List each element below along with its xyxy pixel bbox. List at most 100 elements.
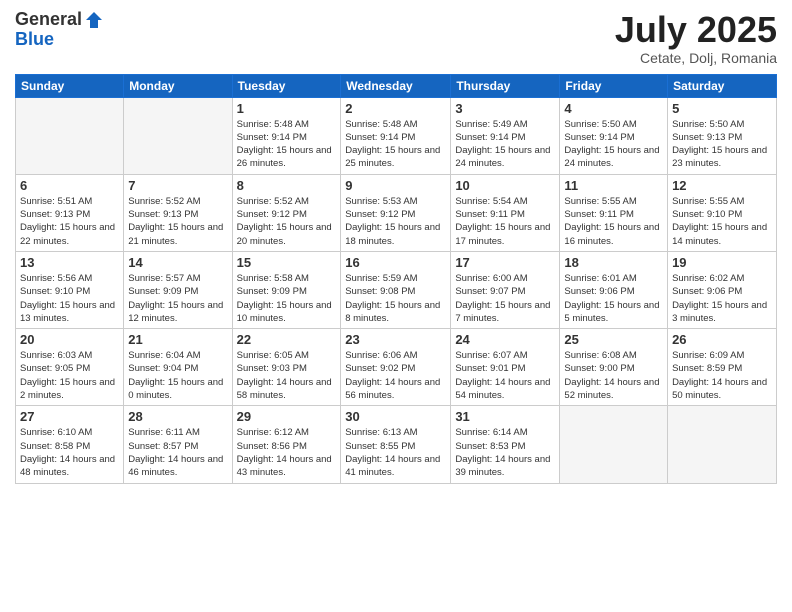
header-saturday: Saturday xyxy=(668,74,777,97)
calendar-week-row: 1 Sunrise: 5:48 AM Sunset: 9:14 PM Daylig… xyxy=(16,97,777,174)
day-number: 21 xyxy=(128,332,227,347)
day-number: 6 xyxy=(20,178,119,193)
day-info: Sunrise: 5:48 AM Sunset: 9:14 PM Dayligh… xyxy=(345,118,446,171)
table-row: 27Sunrise: 6:10 AM Sunset: 8:58 PM Dayli… xyxy=(16,406,124,483)
table-row: 26 Sunrise: 6:09 AM Sunset: 8:59 PM Dayli… xyxy=(668,329,777,406)
day-number: 8 xyxy=(237,178,337,193)
day-number: 3 xyxy=(455,101,555,116)
day-number: 11 xyxy=(564,178,663,193)
day-info: Sunrise: 6:14 AM Sunset: 8:53 PM Dayligh… xyxy=(455,426,555,479)
table-row: 25Sunrise: 6:08 AM Sunset: 9:00 PM Dayli… xyxy=(560,329,668,406)
table-row: 28 Sunrise: 6:11 AM Sunset: 8:57 PM Dayli… xyxy=(124,406,232,483)
day-number: 24 xyxy=(455,332,555,347)
header-sunday: Sunday xyxy=(16,74,124,97)
table-row: 2 Sunrise: 5:48 AM Sunset: 9:14 PM Daylig… xyxy=(341,97,451,174)
logo-icon xyxy=(84,10,104,30)
table-row: 10 Sunrise: 5:54 AM Sunset: 9:11 PM Dayli… xyxy=(451,174,560,251)
day-info: Sunrise: 5:52 AM Sunset: 9:13 PM Dayligh… xyxy=(128,195,227,248)
day-number: 16 xyxy=(345,255,446,270)
day-info: Sunrise: 5:54 AM Sunset: 9:11 PM Dayligh… xyxy=(455,195,555,248)
day-info: Sunrise: 5:57 AM Sunset: 9:09 PM Dayligh… xyxy=(128,272,227,325)
day-number: 28 xyxy=(128,409,227,424)
day-number: 26 xyxy=(672,332,772,347)
calendar-table: Sunday Monday Tuesday Wednesday Thursday… xyxy=(15,74,777,484)
day-info: Sunrise: 5:48 AM Sunset: 9:14 PM Dayligh… xyxy=(237,118,337,171)
day-number: 19 xyxy=(672,255,772,270)
day-number: 7 xyxy=(128,178,227,193)
day-info: Sunrise: 6:06 AM Sunset: 9:02 PM Dayligh… xyxy=(345,349,446,402)
table-row: 21 Sunrise: 6:04 AM Sunset: 9:04 PM Dayli… xyxy=(124,329,232,406)
calendar-week-row: 20 Sunrise: 6:03 AM Sunset: 9:05 PM Dayli… xyxy=(16,329,777,406)
header-wednesday: Wednesday xyxy=(341,74,451,97)
header-monday: Monday xyxy=(124,74,232,97)
header-friday: Friday xyxy=(560,74,668,97)
location-subtitle: Cetate, Dolj, Romania xyxy=(615,50,777,66)
table-row xyxy=(124,97,232,174)
day-info: Sunrise: 5:55 AM Sunset: 9:11 PM Dayligh… xyxy=(564,195,663,248)
day-number: 10 xyxy=(455,178,555,193)
day-info: Sunrise: 6:10 AM Sunset: 8:58 PM Dayligh… xyxy=(20,426,119,479)
day-number: 4 xyxy=(564,101,663,116)
logo-blue-text: Blue xyxy=(15,30,104,50)
table-row: 5Sunrise: 5:50 AM Sunset: 9:13 PM Daylig… xyxy=(668,97,777,174)
table-row: 8Sunrise: 5:52 AM Sunset: 9:12 PM Daylig… xyxy=(232,174,341,251)
table-row: 9Sunrise: 5:53 AM Sunset: 9:12 PM Daylig… xyxy=(341,174,451,251)
table-row: 6 Sunrise: 5:51 AM Sunset: 9:13 PM Daylig… xyxy=(16,174,124,251)
table-row: 24 Sunrise: 6:07 AM Sunset: 9:01 PM Dayli… xyxy=(451,329,560,406)
table-row: 20 Sunrise: 6:03 AM Sunset: 9:05 PM Dayli… xyxy=(16,329,124,406)
day-info: Sunrise: 6:08 AM Sunset: 9:00 PM Dayligh… xyxy=(564,349,663,402)
table-row: 18 Sunrise: 6:01 AM Sunset: 9:06 PM Dayli… xyxy=(560,251,668,328)
day-number: 1 xyxy=(237,101,337,116)
table-row xyxy=(16,97,124,174)
day-number: 17 xyxy=(455,255,555,270)
table-row: 12 Sunrise: 5:55 AM Sunset: 9:10 PM Dayli… xyxy=(668,174,777,251)
calendar-week-row: 13Sunrise: 5:56 AM Sunset: 9:10 PM Dayli… xyxy=(16,251,777,328)
day-info: Sunrise: 5:55 AM Sunset: 9:10 PM Dayligh… xyxy=(672,195,772,248)
day-info: Sunrise: 5:58 AM Sunset: 9:09 PM Dayligh… xyxy=(237,272,337,325)
day-number: 5 xyxy=(672,101,772,116)
day-info: Sunrise: 6:11 AM Sunset: 8:57 PM Dayligh… xyxy=(128,426,227,479)
table-row: 30 Sunrise: 6:13 AM Sunset: 8:55 PM Dayli… xyxy=(341,406,451,483)
table-row: 15 Sunrise: 5:58 AM Sunset: 9:09 PM Dayli… xyxy=(232,251,341,328)
table-row: 4 Sunrise: 5:50 AM Sunset: 9:14 PM Daylig… xyxy=(560,97,668,174)
day-info: Sunrise: 5:56 AM Sunset: 9:10 PM Dayligh… xyxy=(20,272,119,325)
calendar-header-row: Sunday Monday Tuesday Wednesday Thursday… xyxy=(16,74,777,97)
table-row: 3Sunrise: 5:49 AM Sunset: 9:14 PM Daylig… xyxy=(451,97,560,174)
header: General Blue July 2025 Cetate, Dolj, Rom… xyxy=(15,10,777,66)
day-info: Sunrise: 6:03 AM Sunset: 9:05 PM Dayligh… xyxy=(20,349,119,402)
table-row: 1 Sunrise: 5:48 AM Sunset: 9:14 PM Daylig… xyxy=(232,97,341,174)
day-info: Sunrise: 5:51 AM Sunset: 9:13 PM Dayligh… xyxy=(20,195,119,248)
day-number: 23 xyxy=(345,332,446,347)
day-info: Sunrise: 6:00 AM Sunset: 9:07 PM Dayligh… xyxy=(455,272,555,325)
day-number: 2 xyxy=(345,101,446,116)
day-info: Sunrise: 6:07 AM Sunset: 9:01 PM Dayligh… xyxy=(455,349,555,402)
day-number: 15 xyxy=(237,255,337,270)
day-info: Sunrise: 6:04 AM Sunset: 9:04 PM Dayligh… xyxy=(128,349,227,402)
day-number: 14 xyxy=(128,255,227,270)
table-row: 17 Sunrise: 6:00 AM Sunset: 9:07 PM Dayli… xyxy=(451,251,560,328)
day-number: 30 xyxy=(345,409,446,424)
table-row: 13Sunrise: 5:56 AM Sunset: 9:10 PM Dayli… xyxy=(16,251,124,328)
day-info: Sunrise: 6:01 AM Sunset: 9:06 PM Dayligh… xyxy=(564,272,663,325)
day-info: Sunrise: 6:09 AM Sunset: 8:59 PM Dayligh… xyxy=(672,349,772,402)
day-info: Sunrise: 5:50 AM Sunset: 9:14 PM Dayligh… xyxy=(564,118,663,171)
day-number: 9 xyxy=(345,178,446,193)
table-row: 29 Sunrise: 6:12 AM Sunset: 8:56 PM Dayli… xyxy=(232,406,341,483)
day-info: Sunrise: 6:13 AM Sunset: 8:55 PM Dayligh… xyxy=(345,426,446,479)
day-number: 29 xyxy=(237,409,337,424)
header-thursday: Thursday xyxy=(451,74,560,97)
table-row: 23 Sunrise: 6:06 AM Sunset: 9:02 PM Dayli… xyxy=(341,329,451,406)
table-row: 31 Sunrise: 6:14 AM Sunset: 8:53 PM Dayli… xyxy=(451,406,560,483)
day-number: 31 xyxy=(455,409,555,424)
day-number: 12 xyxy=(672,178,772,193)
day-number: 18 xyxy=(564,255,663,270)
header-tuesday: Tuesday xyxy=(232,74,341,97)
day-info: Sunrise: 5:59 AM Sunset: 9:08 PM Dayligh… xyxy=(345,272,446,325)
day-info: Sunrise: 6:12 AM Sunset: 8:56 PM Dayligh… xyxy=(237,426,337,479)
logo-general-text: General xyxy=(15,10,82,30)
table-row: 11 Sunrise: 5:55 AM Sunset: 9:11 PM Dayli… xyxy=(560,174,668,251)
day-number: 22 xyxy=(237,332,337,347)
logo: General Blue xyxy=(15,10,104,50)
day-number: 20 xyxy=(20,332,119,347)
page: General Blue July 2025 Cetate, Dolj, Rom… xyxy=(0,0,792,612)
